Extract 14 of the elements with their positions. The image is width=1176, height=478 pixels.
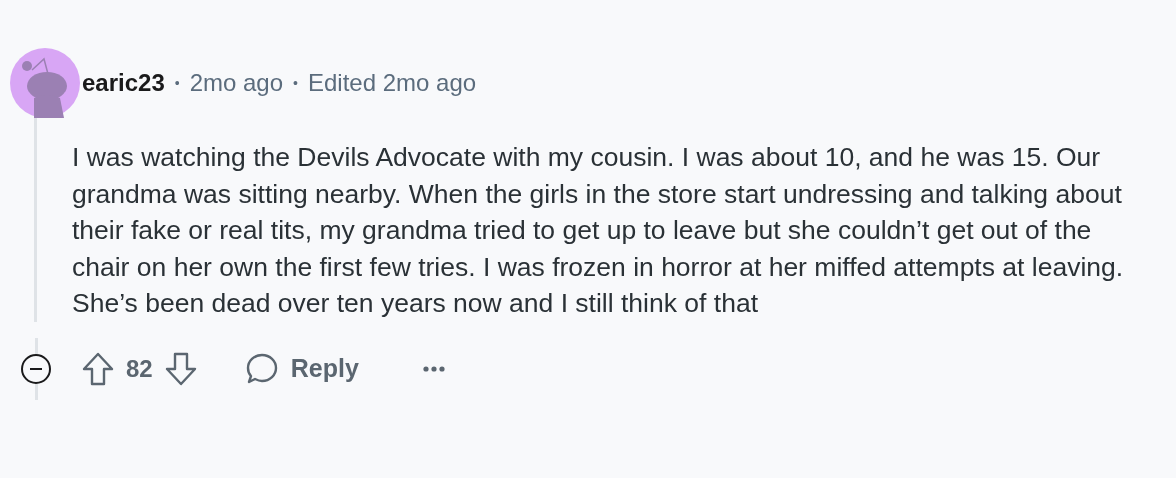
comment-text: I was watching the Devils Advocate with my cousin. I was about 10, and he was 15. Our grandma was sitting nearby. When the girls in the store start undressing and talking about their fake or real tits, my grandma tried to get up to leave but she couldn’t get out of the chair on her own the first few tries. I was frozen in horror at her miffed attempts at leaving. She’s been dead over ten years now and I still think of that — [72, 141, 1125, 320]
collapse-button[interactable] — [21, 353, 51, 384]
upvote-icon[interactable] — [82, 351, 114, 386]
edited-label: Edited 2mo ago — [307, 69, 477, 97]
separator-dot: • — [293, 75, 298, 91]
reply-button[interactable]: Reply — [244, 351, 359, 386]
username[interactable]: earic23 — [82, 69, 165, 97]
avatar-icon[interactable] — [10, 48, 80, 118]
separator-dot: • — [174, 75, 180, 91]
timestamp: 2mo ago — [189, 69, 284, 97]
more-options-icon[interactable] — [422, 365, 445, 372]
vote-count: 82 — [126, 354, 153, 383]
comment-bubble-icon — [244, 351, 279, 386]
downvote-icon[interactable] — [164, 351, 197, 386]
